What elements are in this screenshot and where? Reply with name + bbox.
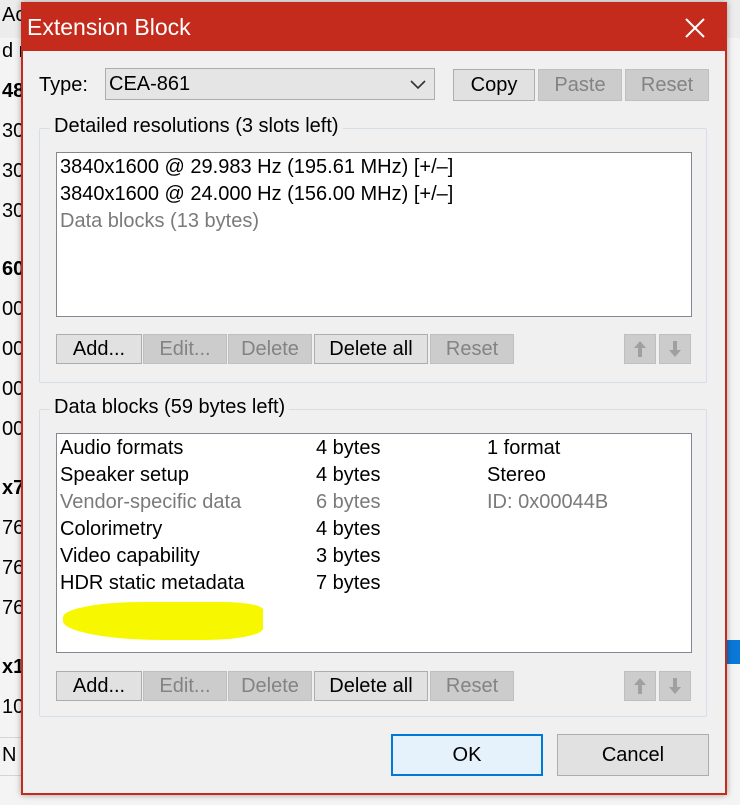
arrow-down-icon [669,678,681,694]
detailed-resolutions-list[interactable]: 3840x1600 @ 29.983 Hz (195.61 MHz) [+/–]… [56,152,692,317]
data-blocks-title: Data blocks (59 bytes left) [50,396,290,419]
blocks-move-down-button[interactable] [659,671,691,701]
ok-button-label: OK [452,743,482,766]
type-select-value: CEA-861 [109,73,191,95]
title-bar: Extension Block [23,4,725,51]
block-size: 4 bytes [316,518,381,540]
detailed-edit-label: Edit... [159,337,211,360]
blocks-delete-button[interactable]: Delete [228,671,312,701]
detailed-delete-all-label: Delete all [329,337,413,360]
reset-top-button[interactable]: Reset [625,69,709,101]
background-text: N [2,744,17,766]
blocks-reset-button[interactable]: Reset [430,671,514,701]
detailed-delete-all-button[interactable]: Delete all [314,334,428,364]
block-size: 6 bytes [316,491,381,513]
detailed-delete-button[interactable]: Delete [228,334,312,364]
block-size: 4 bytes [316,464,381,486]
type-select[interactable]: CEA-861 [105,68,435,100]
detailed-resolutions-group: Detailed resolutions (3 slots left) 3840… [39,115,707,383]
detailed-reset-label: Reset [445,337,499,360]
block-info: ID: 0x00044B [487,491,609,513]
list-item[interactable]: Speaker setup 4 bytes Stereo [60,464,680,488]
list-item[interactable]: Colorimetry 4 bytes [60,518,680,542]
block-info: 1 format [487,437,561,459]
arrow-down-icon [669,341,681,357]
type-label: Type: [39,74,88,96]
blocks-delete-all-button[interactable]: Delete all [314,671,428,701]
block-name: Colorimetry [60,518,163,540]
list-item[interactable]: 3840x1600 @ 29.983 Hz (195.61 MHz) [+/–] [60,156,453,179]
background-selection [725,640,740,664]
list-item[interactable]: Audio formats 4 bytes 1 format [60,437,680,461]
background-divider [0,775,22,776]
blocks-delete-label: Delete [241,674,299,697]
blocks-delete-all-label: Delete all [329,674,413,697]
cancel-button[interactable]: Cancel [557,734,709,776]
detailed-edit-button[interactable]: Edit... [143,334,227,364]
detailed-add-label: Add... [72,337,126,360]
detailed-reset-button[interactable]: Reset [430,334,514,364]
detailed-move-up-button[interactable] [624,334,656,364]
arrow-up-icon [634,678,646,694]
detailed-move-down-button[interactable] [659,334,691,364]
list-item[interactable]: Video capability 3 bytes [60,545,680,569]
detailed-resolutions-title: Detailed resolutions (3 slots left) [50,115,343,138]
copy-button[interactable]: Copy [453,69,535,101]
yellow-highlight-mark [63,602,263,640]
blocks-edit-label: Edit... [159,674,211,697]
close-button[interactable] [665,4,725,51]
chevron-down-icon [410,80,426,90]
list-item[interactable]: Vendor-specific data 6 bytes ID: 0x00044… [60,491,680,515]
ok-button[interactable]: OK [391,734,543,776]
data-blocks-group: Data blocks (59 bytes left) Audio format… [39,396,707,717]
block-name: Audio formats [60,437,184,459]
block-size: 7 bytes [316,572,381,594]
list-item[interactable]: HDR static metadata 7 bytes [60,572,680,596]
list-item[interactable]: Data blocks (13 bytes) [60,210,259,233]
block-info: Stereo [487,464,546,486]
block-name: HDR static metadata [60,572,245,594]
block-size: 3 bytes [316,545,381,567]
arrow-up-icon [634,341,646,357]
cancel-button-label: Cancel [601,743,665,766]
blocks-add-button[interactable]: Add... [56,671,142,701]
list-item[interactable]: 3840x1600 @ 24.000 Hz (156.00 MHz) [+/–] [60,183,453,206]
blocks-reset-label: Reset [445,674,499,697]
detailed-delete-label: Delete [241,337,299,360]
detailed-add-button[interactable]: Add... [56,334,142,364]
block-name: Video capability [60,545,200,567]
extension-block-dialog: Extension Block Type: CEA-861 Copy Paste… [21,2,727,795]
block-size: 4 bytes [316,437,381,459]
data-blocks-list[interactable]: Audio formats 4 bytes 1 format Speaker s… [56,433,692,653]
copy-button-label: Copy [470,73,518,96]
paste-button-label: Paste [554,73,606,96]
paste-button[interactable]: Paste [538,69,622,101]
blocks-edit-button[interactable]: Edit... [143,671,227,701]
blocks-move-up-button[interactable] [624,671,656,701]
close-icon [685,17,705,38]
block-name: Vendor-specific data [60,491,242,513]
block-name: Speaker setup [60,464,189,486]
blocks-add-label: Add... [72,674,126,697]
dialog-title: Extension Block [27,14,191,40]
reset-top-button-label: Reset [640,73,694,96]
background-divider [0,737,22,738]
